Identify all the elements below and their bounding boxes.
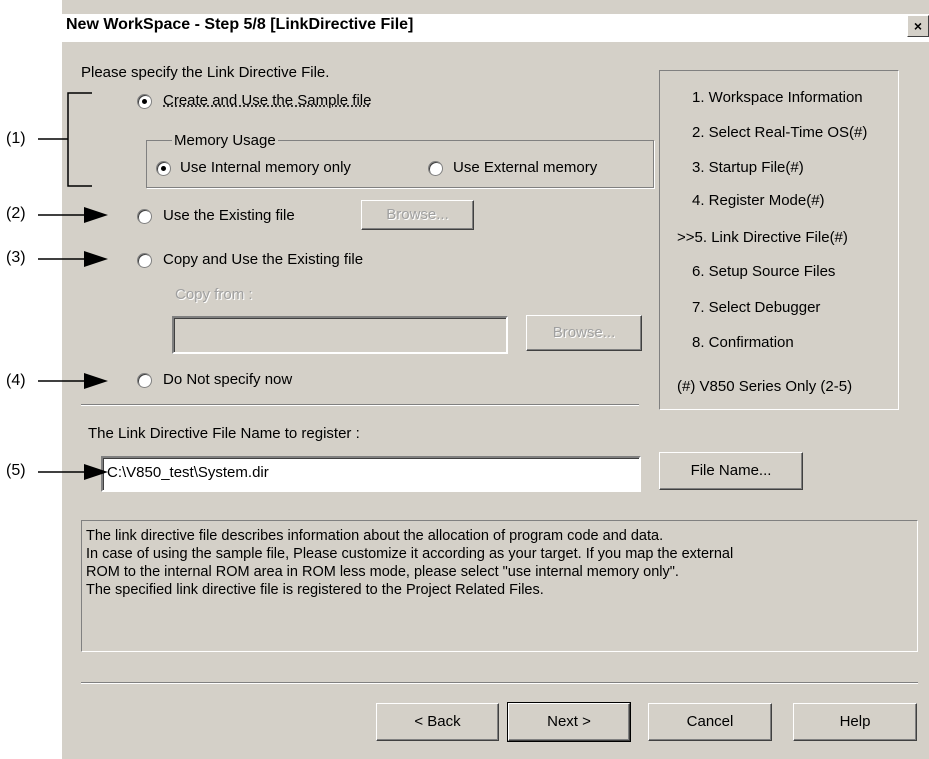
file-name-button[interactable]: File Name... [659, 452, 803, 490]
file-name-input[interactable]: C:\V850_test\System.dir [101, 456, 641, 492]
back-button[interactable]: < Back [376, 703, 499, 741]
copy-from-label: Copy from : [175, 286, 253, 303]
new-workspace-dialog: New WorkSpace - Step 5/8 [LinkDirective … [62, 0, 929, 759]
browse-existing-button[interactable]: Browse... [361, 200, 474, 230]
close-button[interactable]: × [907, 15, 929, 37]
copy-from-input[interactable] [172, 316, 508, 354]
description-line: The specified link directive file is reg… [86, 582, 544, 598]
next-button[interactable]: Next > [507, 702, 631, 742]
cancel-button[interactable]: Cancel [648, 703, 772, 741]
step-item: 6. Setup Source Files [692, 263, 836, 280]
step-item: 3. Startup File(#) [692, 159, 804, 176]
annotation-2: (2) [6, 205, 26, 222]
description-line: ROM to the internal ROM area in ROM less… [86, 564, 679, 580]
create-sample-radio[interactable] [137, 94, 152, 109]
internal-memory-radio[interactable] [156, 161, 171, 176]
step-item: 4. Register Mode(#) [692, 192, 825, 209]
separator [81, 404, 639, 406]
steps-panel: 1. Workspace Information 2. Select Real-… [659, 70, 899, 410]
annotation-1: (1) [6, 130, 26, 147]
description-line: The link directive file describes inform… [86, 528, 664, 544]
description-box: The link directive file describes inform… [81, 520, 918, 652]
use-existing-radio[interactable] [137, 209, 152, 224]
intro-text: Please specify the Link Directive File. [81, 64, 330, 81]
use-existing-label[interactable]: Use the Existing file [163, 207, 295, 224]
do-not-specify-label[interactable]: Do Not specify now [163, 371, 292, 388]
annotation-3: (3) [6, 249, 26, 266]
step-item: 1. Workspace Information [692, 89, 863, 106]
annotation-4: (4) [6, 372, 26, 389]
create-sample-label[interactable]: Create and Use the Sample file [163, 92, 371, 109]
annotation-5: (5) [6, 462, 26, 479]
external-memory-label[interactable]: Use External memory [453, 159, 597, 176]
step-item: 2. Select Real-Time OS(#) [692, 124, 868, 141]
step-item: 7. Select Debugger [692, 299, 821, 316]
memory-usage-legend: Memory Usage [172, 132, 278, 149]
step-item: 8. Confirmation [692, 334, 794, 351]
step-item-current: >>5. Link Directive File(#) [677, 229, 848, 246]
description-line: In case of using the sample file, Please… [86, 546, 734, 562]
copy-existing-radio[interactable] [137, 253, 152, 268]
register-label: The Link Directive File Name to register… [88, 425, 360, 442]
external-memory-radio[interactable] [428, 161, 443, 176]
bottom-separator [81, 682, 918, 684]
do-not-specify-radio[interactable] [137, 373, 152, 388]
window-title: New WorkSpace - Step 5/8 [LinkDirective … [66, 16, 414, 33]
internal-memory-label[interactable]: Use Internal memory only [180, 159, 351, 176]
copy-existing-label[interactable]: Copy and Use the Existing file [163, 251, 363, 268]
steps-note: (#) V850 Series Only (2-5) [677, 378, 853, 395]
browse-copy-button[interactable]: Browse... [526, 315, 642, 351]
help-button[interactable]: Help [793, 703, 917, 741]
